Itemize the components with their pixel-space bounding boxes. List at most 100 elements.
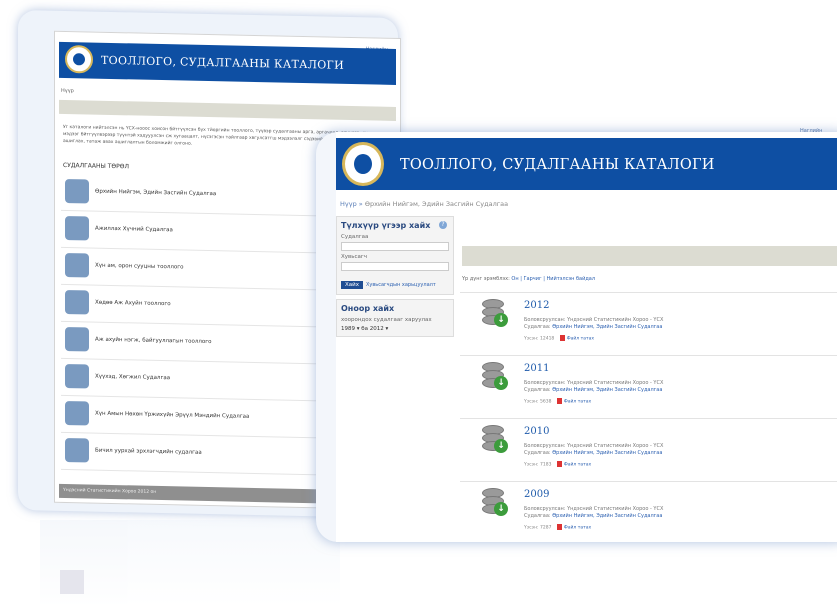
download-link[interactable]: Файл татах [564,526,591,531]
keyword-search-box: Түлхүүр үгээр хайх ? Судалгаа Хувьсагч Х… [336,216,454,295]
study-stats: Үзсэн: 12418 Файл татах [524,335,594,342]
study-entry: ↓ 2012 Боловсруулсан: Үндэсний Статистик… [460,292,837,355]
advanced-search-link[interactable]: Хувьсагчдын харьцуулалт [366,282,436,288]
study-entry: ↓ 2010 Боловсруулсан: Үндэсний Статистик… [460,418,837,481]
study-year-link[interactable]: 2010 [524,426,549,437]
pdf-icon [557,524,563,530]
pdf-icon [557,461,563,467]
download-link[interactable]: Файл татах [567,337,594,342]
database-download-icon: ↓ [482,299,508,329]
view-count: Үзсэн: 12418 [524,336,555,342]
breadcrumb-current: Өрхийн Нийгэм, Эдийн Засгийн Судалгаа [364,200,509,208]
toolbar-strip [59,99,396,121]
breadcrumb-separator: » [356,200,365,208]
category-prefix: Судалгаа: [524,324,551,330]
livestock-icon [65,290,89,315]
study-search-input[interactable] [341,242,449,251]
nso-logo-icon[interactable] [65,45,93,74]
study-stats: Үзсэн: 7183 Файл татах [524,461,591,468]
help-icon[interactable]: ? [439,221,447,229]
sort-label: Үр дүнг эрэмблэх: [462,276,510,282]
study-year-link[interactable]: 2011 [524,363,549,374]
category-link[interactable]: Өрхийн Нийгэм, Эдийн Засгийн Судалгаа [552,450,662,456]
keyword-search-title: Түлхүүр үгээр хайх [341,221,431,230]
miner-icon [65,438,89,463]
breadcrumb[interactable]: Нүүр [61,88,74,94]
footer-text: Үндэсний Статистикийн Хороо 2012 он [63,487,157,495]
enterprise-icon [65,327,89,352]
download-arrow-icon: ↓ [494,376,508,390]
year-range: 1989 ▾ бa 2012 ▾ [341,326,389,332]
results-toolbar [462,246,837,266]
download-arrow-icon: ↓ [494,439,508,453]
survey-type-label: Ажиллах Хүчний Судалгаа [95,225,173,234]
child-icon [65,364,89,389]
view-count: Үзсэн: 7183 [524,462,552,468]
search-button[interactable]: Хайх [341,281,363,289]
category-prefix: Судалгаа: [524,513,551,519]
site-title: ТООЛЛОГО, СУДАЛГААНЫ КАТАЛОГИ [400,157,715,173]
download-link[interactable]: Файл татах [564,400,591,405]
nso-logo-icon[interactable] [342,142,384,186]
study-category: Судалгаа: Өрхийн Нийгэм, Эдийн Засгийн С… [524,513,662,519]
reflection-icon [60,570,84,594]
survey-type-label: Өрхийн Нийгэм, Эдийн Засгийн Судалгаа [95,188,217,198]
study-stats: Үзсэн: 7287 Файл татах [524,524,591,531]
database-download-icon: ↓ [482,425,508,455]
study-year-link[interactable]: 2012 [524,300,549,311]
study-category: Судалгаа: Өрхийн Нийгэм, Эдийн Засгийн С… [524,450,662,456]
study-category: Судалгаа: Өрхийн Нийгэм, Эдийн Засгийн С… [524,324,662,330]
front-page-window: Наглийн ТООЛЛОГО, СУДАЛГААНЫ КАТАЛОГИ Нү… [316,128,837,544]
header-banner: ТООЛЛОГО, СУДАЛГААНЫ КАТАЛОГИ [59,41,396,85]
study-stats: Үзсэн: 5638 Файл татах [524,398,591,405]
house-family-icon [65,179,89,204]
year-to-label: бa [361,326,369,332]
language-link[interactable]: Наглийн [800,128,822,134]
study-producer: Боловсруулсан: Үндэсний Статистикийн Хор… [524,380,664,386]
study-year-link[interactable]: 2009 [524,489,549,500]
site-title: ТООЛЛОГО, СУДАЛГААНЫ КАТАЛОГИ [101,53,345,72]
sort-options[interactable]: Он | Гарчиг [511,276,541,282]
health-icon [65,401,89,426]
database-download-icon: ↓ [482,488,508,518]
population-icon [65,253,89,278]
front-page: Наглийн ТООЛЛОГО, СУДАЛГААНЫ КАТАЛОГИ Нү… [336,128,837,544]
study-producer: Боловсруулсан: Үндэсний Статистикийн Хор… [524,506,664,512]
view-count: Үзсэн: 5638 [524,399,552,405]
year-filter-title: Оноор хайх [341,304,395,313]
survey-type-label: Хүн ам, орон сууцны тооллого [95,262,184,271]
category-link[interactable]: Өрхийн Нийгэм, Эдийн Засгийн Судалгаа [552,324,662,330]
reflection [40,520,340,606]
year-filter-box: Оноор хайх хоорондох судалгааг харуулах … [336,299,454,337]
variable-field-label: Хувьсагч [341,254,368,260]
variable-search-input[interactable] [341,262,449,271]
year-from-select[interactable]: 1989 [341,326,355,332]
header-banner: ТООЛЛОГО, СУДАЛГААНЫ КАТАЛОГИ [336,138,837,190]
survey-type-label: Хүүхэд, Хөгжил Судалгаа [95,373,171,382]
download-link[interactable]: Файл татах [564,463,591,468]
category-link[interactable]: Өрхийн Нийгэм, Эдийн Засгийн Судалгаа [552,387,662,393]
study-entry: ↓ 2009 Боловсруулсан: Үндэсний Статистик… [460,481,837,544]
study-list: ↓ 2012 Боловсруулсан: Үндэсний Статистик… [460,292,837,544]
database-download-icon: ↓ [482,362,508,392]
category-link[interactable]: Өрхийн Нийгэм, Эдийн Засгийн Судалгаа [552,513,662,519]
sort-published-link[interactable]: | Нийтэлсэн байдал [543,276,595,282]
study-producer: Боловсруулсан: Үндэсний Статистикийн Хор… [524,317,664,323]
pdf-icon [557,398,563,404]
survey-type-label: Бичил уурхай эрхлэгчдийн судалгаа [95,447,202,456]
survey-type-label: Хөдөө Аж Ахуйн тооллого [95,299,171,308]
view-count: Үзсэн: 7287 [524,525,552,531]
year-to-select[interactable]: 2012 [370,326,384,332]
survey-type-label: Аж ахуйн нэгж, байгууллагын тооллого [95,336,212,346]
breadcrumb: Нүүр » Өрхийн Нийгэм, Эдийн Засгийн Суда… [340,200,508,208]
download-arrow-icon: ↓ [494,502,508,516]
sort-controls: Үр дүнг эрэмблэх: Он | Гарчиг | Нийтэлсэ… [462,276,595,282]
download-arrow-icon: ↓ [494,313,508,327]
breadcrumb-home[interactable]: Нүүр [340,200,357,208]
study-category: Судалгаа: Өрхийн Нийгэм, Эдийн Засгийн С… [524,387,662,393]
sidebar: Түлхүүр үгээр хайх ? Судалгаа Хувьсагч Х… [336,216,454,346]
study-entry: ↓ 2011 Боловсруулсан: Үндэсний Статистик… [460,355,837,418]
survey-type-label: Хүн Амын Нөхөн Үржихүйн Эрүүл Мэндийн Су… [95,410,250,420]
category-prefix: Судалгаа: [524,450,551,456]
pdf-icon [560,335,566,341]
